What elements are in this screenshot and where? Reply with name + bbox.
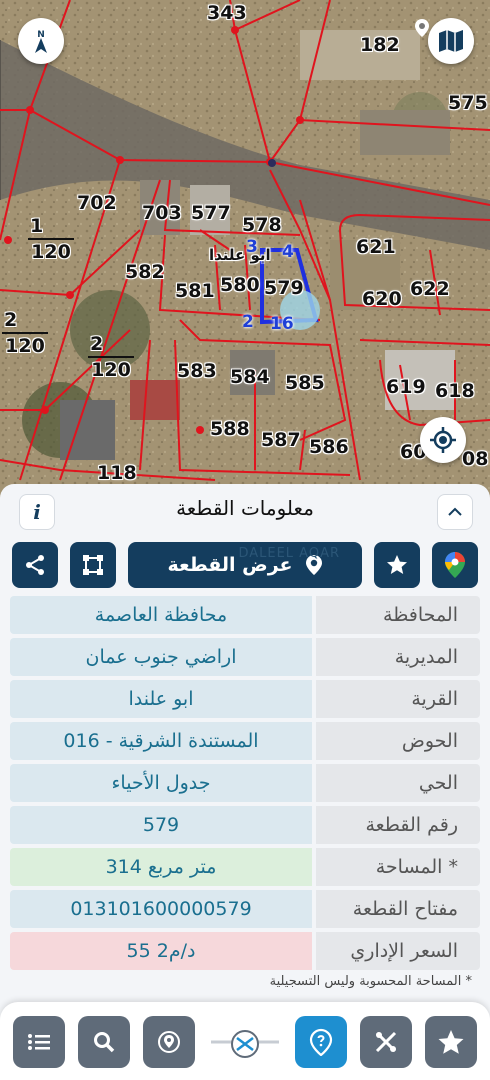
parcel-label-621: 621: [356, 236, 396, 258]
menu-list-button[interactable]: [13, 1016, 65, 1068]
info-row-directorate: اراضي جنوب عمان المديرية: [10, 638, 480, 676]
map-view[interactable]: 343 182 575 702 703 577 578 621 582 581 …: [0, 0, 490, 500]
google-maps-icon: [445, 552, 465, 578]
corner-number: 2: [242, 312, 254, 332]
watermark: DALEEL AQAR: [238, 546, 340, 561]
parcel-toolbar: DALEEL AQAR عرض القطعة: [0, 542, 490, 590]
parcel-label-622: 622: [410, 278, 450, 300]
star-icon: [387, 555, 407, 574]
measure-shape-button[interactable]: [70, 542, 116, 588]
sheet-title: معلومات القطعة: [176, 496, 314, 520]
tools-icon: [375, 1031, 397, 1053]
map-layers-button[interactable]: [428, 18, 474, 64]
parcel-label-579: 579: [264, 277, 304, 299]
parcel-pin-button[interactable]: [295, 1016, 347, 1068]
parcel-label-587: 587: [261, 429, 301, 451]
google-maps-button[interactable]: [432, 542, 478, 588]
fraction-label: 2 120: [88, 332, 134, 382]
row-key: الحوض: [316, 722, 480, 760]
info-row-parcel-key: 013101600000579 مفتاح القطعة: [10, 890, 480, 928]
polygon-shape-icon: [83, 555, 103, 575]
parcel-label-702: 702: [77, 192, 117, 214]
share-icon: [26, 555, 44, 575]
show-parcel-button[interactable]: DALEEL AQAR عرض القطعة: [128, 542, 362, 588]
row-value: ابو علندا: [10, 680, 312, 718]
folded-map-icon: [439, 30, 463, 52]
compass-dial-icon: [211, 1030, 279, 1058]
info-row-area: 314 متر مربع المساحة *: [10, 848, 480, 886]
row-value: جدول الأحياء: [10, 764, 312, 802]
parcel-label-620: 620: [362, 288, 402, 310]
parcel-label-585: 585: [285, 372, 325, 394]
row-key: المساحة *: [316, 848, 480, 886]
parcel-label-578: 578: [242, 214, 282, 236]
parcel-label-703: 703: [142, 202, 182, 224]
favorites-button[interactable]: [425, 1016, 477, 1068]
corner-number: 16: [270, 314, 294, 334]
fraction-label: 2 120: [2, 308, 48, 358]
parcel-label-582: 582: [125, 261, 165, 283]
question-pin-icon: [309, 1028, 333, 1056]
fraction-label: 1 120: [28, 214, 74, 264]
info-row-neighborhood: جدول الأحياء الحي: [10, 764, 480, 802]
row-value: المستندة الشرقية - 016: [10, 722, 312, 760]
corner-number: 4: [282, 242, 294, 262]
parcel-label-618: 618: [435, 380, 475, 402]
nearby-button[interactable]: [143, 1016, 195, 1068]
row-value: اراضي جنوب عمان: [10, 638, 312, 676]
parcel-label-581: 581: [175, 280, 215, 302]
row-value: 013101600000579: [10, 890, 312, 928]
row-value: 579: [10, 806, 312, 844]
locate-me-button[interactable]: [420, 417, 466, 463]
info-row-admin-price: 55 د/م2 السعر الإداري: [10, 932, 480, 970]
row-key: المحافظة: [316, 596, 480, 634]
area-footnote: * المساحة المحسوبة وليس التسجيلية: [269, 974, 472, 989]
row-key: القرية: [316, 680, 480, 718]
info-row-basin: المستندة الشرقية - 016 الحوض: [10, 722, 480, 760]
parcel-label-580: 580: [220, 274, 260, 296]
parcel-label-182: 182: [360, 34, 400, 56]
chevron-up-icon: [448, 507, 462, 516]
search-button[interactable]: [78, 1016, 130, 1068]
search-icon: [94, 1032, 115, 1053]
parcel-label-118: 118: [97, 462, 137, 484]
bottom-toolbar: [0, 1002, 490, 1080]
row-key: الحي: [316, 764, 480, 802]
parcel-label-583: 583: [177, 360, 217, 382]
parcel-label-619: 619: [386, 376, 426, 398]
parcel-label-584: 584: [230, 366, 270, 388]
row-value: 55 د/م2: [10, 932, 312, 970]
favorite-button[interactable]: [374, 542, 420, 588]
compass-button[interactable]: N: [18, 18, 64, 64]
area-label: ابو علندا: [209, 246, 271, 264]
row-value: 314 متر مربع: [10, 848, 312, 886]
pin-circle-icon: [158, 1031, 180, 1053]
parcel-label-575: 575: [448, 92, 488, 114]
row-key: المديرية: [316, 638, 480, 676]
sheet-header: i معلومات القطعة: [0, 484, 490, 536]
star-icon: [438, 1030, 464, 1054]
compass-slider[interactable]: [211, 1030, 279, 1060]
parcel-label-586: 586: [309, 436, 349, 458]
parcel-label-588: 588: [210, 418, 250, 440]
row-value: محافظة العاصمة: [10, 596, 312, 634]
row-key: السعر الإداري: [316, 932, 480, 970]
tools-button[interactable]: [360, 1016, 412, 1068]
info-row-governorate: محافظة العاصمة المحافظة: [10, 596, 480, 634]
parcel-label-577: 577: [191, 202, 231, 224]
list-icon: [28, 1034, 50, 1050]
collapse-button[interactable]: [437, 494, 473, 530]
info-row-village: ابو علندا القرية: [10, 680, 480, 718]
row-key: مفتاح القطعة: [316, 890, 480, 928]
crosshair-locate-icon: [430, 427, 456, 453]
parcel-label-343: 343: [207, 2, 247, 24]
parcel-label-08: 08: [462, 448, 489, 470]
share-button[interactable]: [12, 542, 58, 588]
info-row-parcel-number: 579 رقم القطعة: [10, 806, 480, 844]
parcel-info-sheet: i معلومات القطعة DALEEL AQAR عرض القطعة: [0, 484, 490, 1080]
compass-north-icon: N: [35, 30, 47, 53]
row-key: رقم القطعة: [316, 806, 480, 844]
parcel-info-table: محافظة العاصمة المحافظة اراضي جنوب عمان …: [10, 596, 480, 974]
